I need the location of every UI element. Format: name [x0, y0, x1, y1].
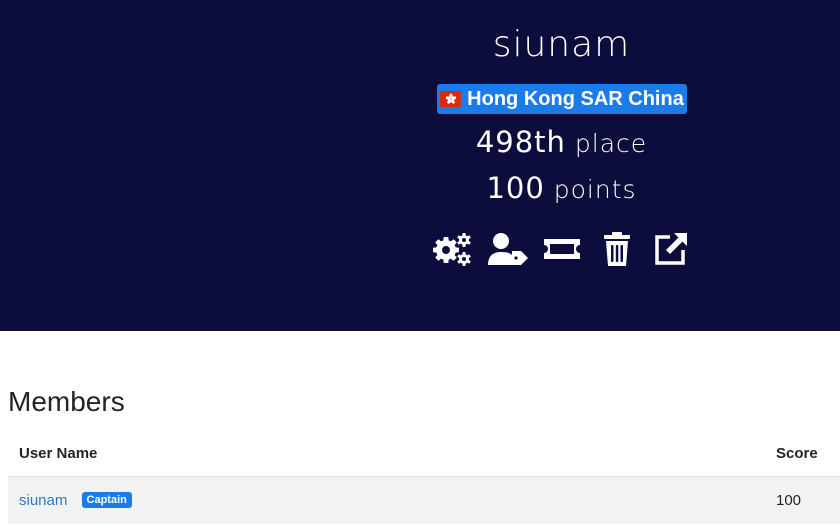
team-actions	[431, 229, 693, 269]
hong-kong-flag-icon	[440, 91, 462, 107]
external-link-icon	[655, 233, 687, 265]
settings-gears-icon	[433, 233, 471, 266]
ticket-button[interactable]	[540, 229, 584, 269]
manage-members-button[interactable]	[486, 229, 530, 269]
user-name-column-header: User Name	[8, 432, 776, 477]
settings-button[interactable]	[431, 229, 475, 269]
team-name: siunam	[492, 24, 631, 65]
member-name-cell: siunam Captain	[8, 475, 776, 524]
members-table: User Name Score siunam Captain 100	[8, 432, 840, 524]
place-label: place	[574, 129, 648, 158]
open-external-button[interactable]	[649, 229, 693, 269]
country-name: Hong Kong SAR China	[467, 87, 684, 110]
trash-icon	[603, 232, 630, 266]
points-label: points	[553, 175, 637, 204]
score-column-header: Score	[776, 432, 840, 477]
member-name-link[interactable]: siunam	[19, 492, 67, 509]
table-row: siunam Captain 100	[8, 475, 840, 524]
team-points: 100 points	[0, 171, 840, 205]
country-badge: Hong Kong SAR China	[437, 84, 687, 114]
captain-badge: Captain	[81, 491, 132, 508]
points-number: 100	[486, 171, 545, 205]
place-number: 498th	[475, 125, 566, 159]
member-score: 100	[776, 475, 840, 524]
team-header: siunam Hong Kong SAR China 498th place 1…	[0, 0, 840, 331]
user-tag-icon	[487, 233, 528, 265]
ticket-icon	[544, 239, 580, 259]
table-header-row: User Name Score	[8, 432, 840, 477]
members-heading: Members	[8, 386, 125, 417]
delete-button[interactable]	[595, 229, 639, 269]
team-place: 498th place	[0, 125, 840, 159]
